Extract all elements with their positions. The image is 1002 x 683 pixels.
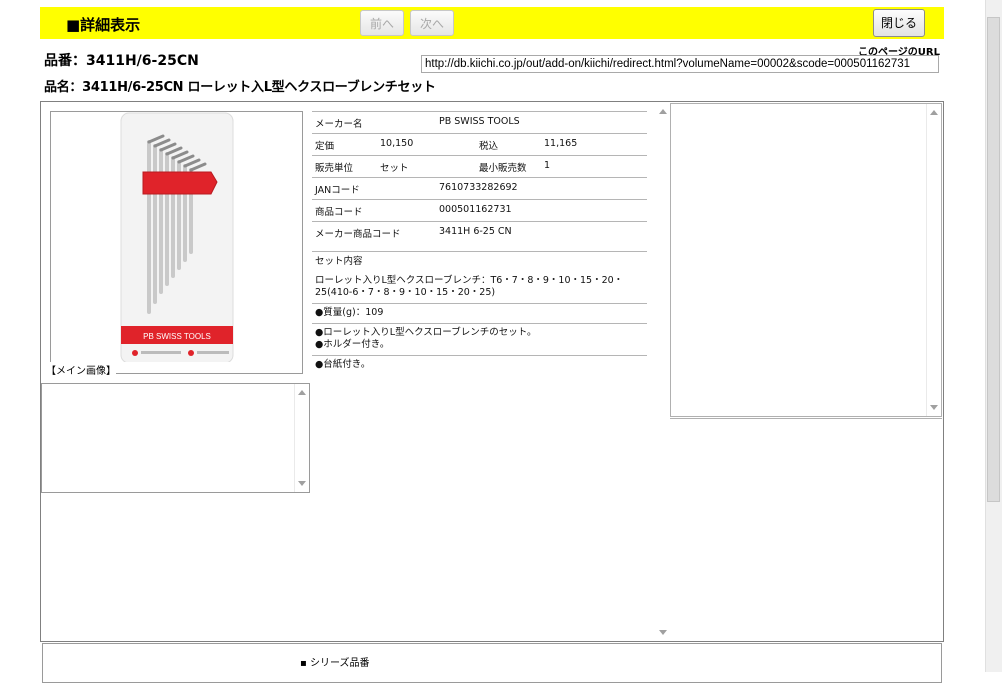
tax-label: 税込 [479, 141, 499, 152]
divider [670, 418, 942, 419]
spec-row-maker: メーカー名 PB SWISS TOOLS [312, 111, 647, 134]
spec-weight: ●質量(g)：109 [312, 304, 647, 324]
page-title: ■詳細表示 [66, 16, 141, 34]
series-label: ▪ シリーズ品番 [300, 654, 369, 669]
scroll-down-icon[interactable] [930, 405, 938, 410]
brand-text: PB SWISS TOOLS [143, 332, 211, 341]
spec-row-maker-code: メーカー商品コード 3411H 6-25 CN [312, 222, 647, 252]
bullet-icon: ▪ [300, 658, 310, 669]
list-price-label: 定価 [315, 141, 335, 152]
spec-table: メーカー名 PB SWISS TOOLS 定価 10,150 税込 11,165… [312, 111, 647, 375]
spec-features: ●ローレット入りL型ヘクスローブレンチのセット。 ●ホルダー付き。 [312, 324, 647, 356]
maker-label: メーカー名 [315, 119, 363, 130]
scroll-down-icon[interactable] [659, 630, 667, 635]
weight-text: ●質量(g)：109 [315, 307, 384, 318]
prev-button[interactable]: 前へ [360, 10, 404, 36]
part-number: 品番：3411H/6-25CN [44, 53, 199, 69]
wrench-set-image: PB SWISS TOOLS [120, 112, 234, 364]
header-bar: ■詳細表示 前へ 次へ 閉じる [40, 7, 944, 39]
min-qty-label: 最小販売数 [479, 163, 527, 174]
related-frame[interactable] [670, 103, 942, 417]
feature-text-3: ●台紙付き。 [315, 359, 371, 370]
jan-value: 7610733282692 [439, 182, 518, 193]
spec-notes: ●台紙付き。 [312, 356, 647, 375]
maker-code-label: メーカー商品コード [315, 229, 401, 240]
scroll-up-icon[interactable] [930, 110, 938, 115]
detail-scrollbar[interactable] [657, 103, 670, 641]
series-frame [42, 643, 942, 683]
code-value: 000501162731 [439, 204, 512, 215]
scroll-up-icon[interactable] [659, 109, 667, 114]
jan-label: JANコード [315, 185, 360, 196]
part-name: 品名：3411H/6-25CN ローレット入L型ヘクスローブレンチセット [44, 80, 436, 95]
close-button[interactable]: 閉じる [873, 9, 925, 37]
set-contents-value: ローレット入りL型ヘクスローブレンチ：T6・7・8・9・10・15・20・25(… [315, 275, 624, 298]
scroll-up-icon[interactable] [298, 390, 306, 395]
spec-row-unit: 販売単位 セット 最小販売数 1 [312, 156, 647, 178]
maker-value: PB SWISS TOOLS [439, 116, 520, 127]
image-caption: 【メイン画像】 [46, 362, 116, 377]
unit-value: セット [380, 163, 409, 174]
spec-row-jan: JANコード 7610733282692 [312, 178, 647, 200]
spec-set-contents: セット内容 ローレット入りL型ヘクスローブレンチ：T6・7・8・9・10・15・… [312, 252, 647, 304]
spec-row-code: 商品コード 000501162731 [312, 200, 647, 222]
sub-image-frame[interactable] [41, 383, 310, 493]
list-price-value: 10,150 [380, 138, 414, 149]
tax-value: 11,165 [544, 138, 578, 149]
main-product-image: PB SWISS TOOLS [50, 111, 303, 374]
page-scrollbar-thumb[interactable] [987, 17, 1000, 502]
next-button[interactable]: 次へ [410, 10, 454, 36]
min-qty-value: 1 [544, 160, 551, 171]
feature-text-2: ●ホルダー付き。 [315, 339, 390, 350]
unit-label: 販売単位 [315, 163, 354, 174]
page-url-field[interactable] [421, 55, 939, 73]
scroll-down-icon[interactable] [298, 481, 306, 486]
code-label: 商品コード [315, 207, 363, 218]
maker-code-value: 3411H 6-25 CN [439, 226, 512, 237]
feature-text-1: ●ローレット入りL型ヘクスローブレンチのセット。 [315, 327, 537, 338]
related-frame-scrollbar[interactable] [926, 104, 941, 416]
sub-frame-scrollbar[interactable] [294, 384, 309, 492]
series-label-text: シリーズ品番 [309, 658, 370, 669]
spec-row-price: 定価 10,150 税込 11,165 [312, 134, 647, 156]
set-contents-label: セット内容 [315, 256, 363, 267]
